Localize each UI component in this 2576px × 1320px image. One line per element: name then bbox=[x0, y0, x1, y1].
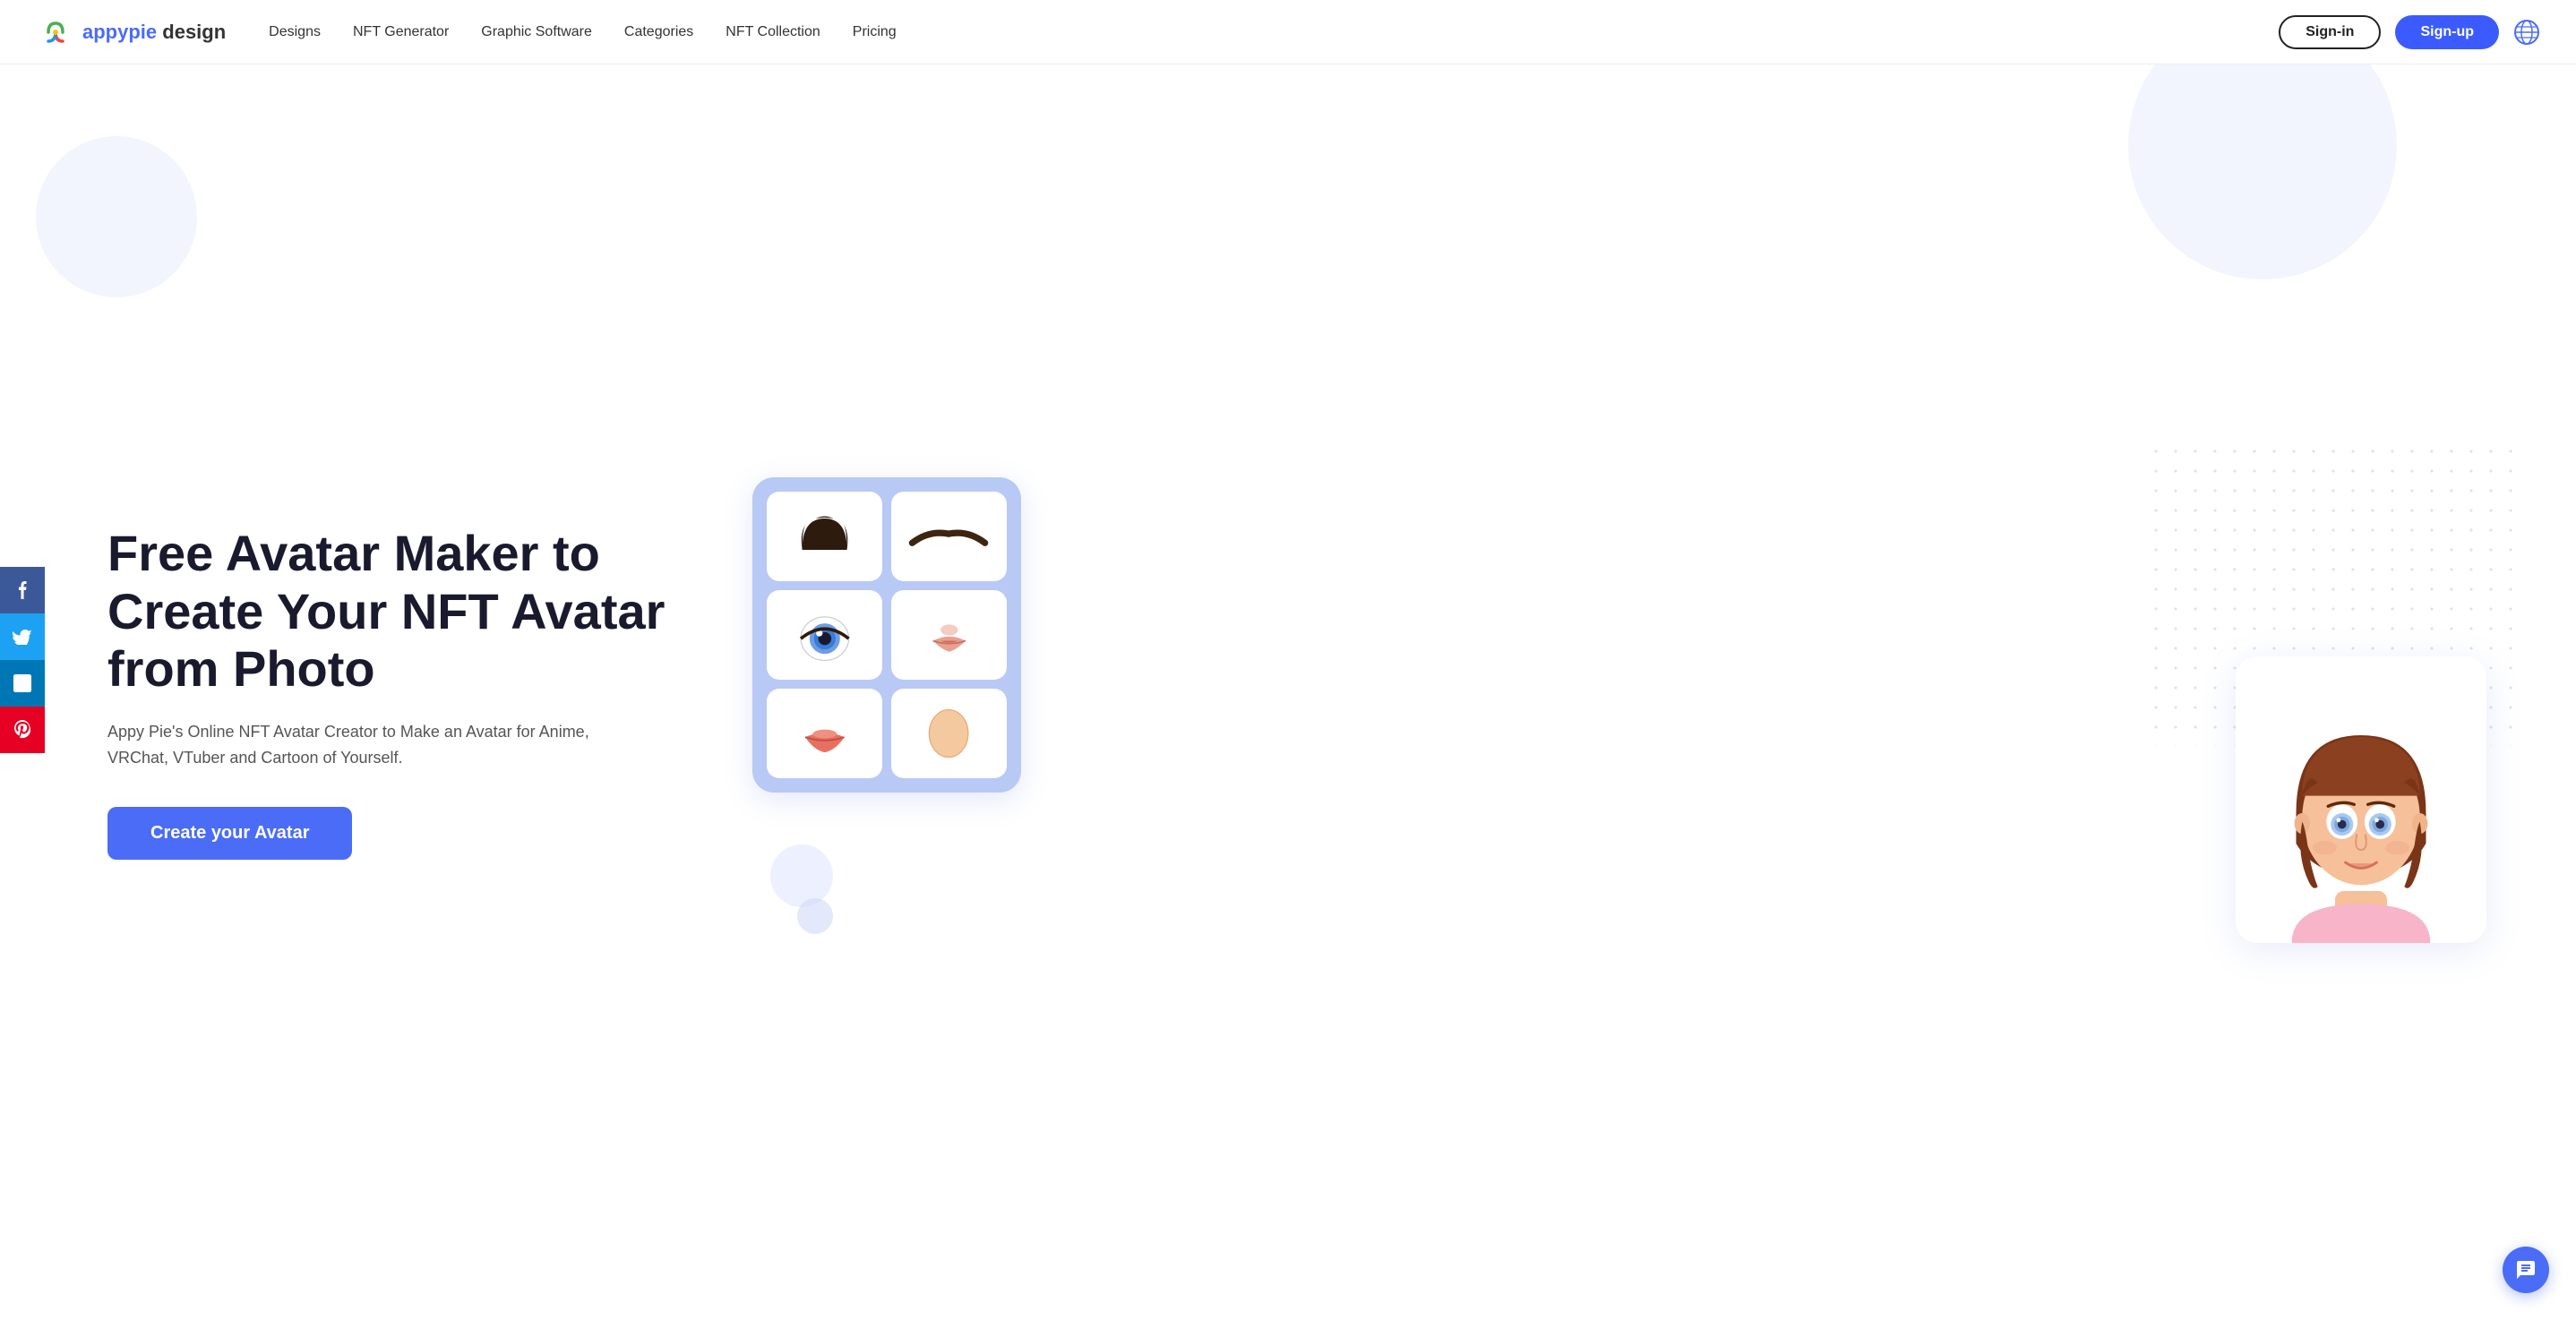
bg-circle-2 bbox=[36, 136, 197, 297]
social-sidebar bbox=[0, 567, 45, 753]
nav-actions: Sign-in Sign-up bbox=[2279, 15, 2540, 49]
hero-title: Free Avatar Maker to Create Your NFT Ava… bbox=[107, 525, 681, 698]
twitter-button[interactable] bbox=[0, 613, 45, 660]
hero-section: Free Avatar Maker to Create Your NFT Ava… bbox=[0, 64, 2576, 1320]
signup-button[interactable]: Sign-up bbox=[2395, 15, 2499, 49]
nav-graphic-software[interactable]: Graphic Software bbox=[481, 24, 592, 40]
avatar-illustration bbox=[2245, 683, 2477, 943]
hero-subtitle: Appy Pie's Online NFT Avatar Creator to … bbox=[107, 719, 591, 771]
nav-designs[interactable]: Designs bbox=[269, 24, 321, 40]
chat-button[interactable] bbox=[2503, 1247, 2549, 1293]
deco-circle-2 bbox=[797, 898, 833, 934]
hair-cell[interactable] bbox=[767, 492, 882, 581]
hero-left: Free Avatar Maker to Create Your NFT Ava… bbox=[107, 525, 681, 860]
eye-cell[interactable] bbox=[767, 590, 882, 680]
face-cell[interactable] bbox=[891, 689, 1007, 778]
nav-categories[interactable]: Categories bbox=[624, 24, 693, 40]
linkedin-button[interactable] bbox=[0, 660, 45, 707]
pinterest-button[interactable] bbox=[0, 707, 45, 753]
nav-pricing[interactable]: Pricing bbox=[853, 24, 897, 40]
avatar-selector-card bbox=[752, 477, 1021, 793]
globe-icon[interactable] bbox=[2513, 19, 2540, 46]
nav-nft-collection[interactable]: NFT Collection bbox=[726, 24, 820, 40]
deco-circle bbox=[770, 844, 833, 907]
bg-circle-1 bbox=[2128, 64, 2397, 279]
create-avatar-button[interactable]: Create your Avatar bbox=[107, 807, 352, 860]
facebook-button[interactable] bbox=[0, 567, 45, 613]
avatar-preview-card bbox=[2236, 656, 2486, 943]
selector-grid bbox=[767, 492, 1007, 778]
logo[interactable]: appypie design bbox=[36, 13, 226, 52]
logo-text: appypie design bbox=[82, 21, 226, 44]
signin-button[interactable]: Sign-in bbox=[2279, 15, 2381, 49]
nav-links: Designs NFT Generator Graphic Software C… bbox=[269, 24, 2279, 40]
nav-nft-generator[interactable]: NFT Generator bbox=[353, 24, 449, 40]
navbar: appypie design Designs NFT Generator Gra… bbox=[0, 0, 2576, 64]
lips-cell[interactable] bbox=[891, 590, 1007, 680]
eyebrow-cell[interactable] bbox=[891, 492, 1007, 581]
logo-icon bbox=[36, 13, 75, 52]
hero-right bbox=[681, 424, 2522, 961]
mouth-cell[interactable] bbox=[767, 689, 882, 778]
